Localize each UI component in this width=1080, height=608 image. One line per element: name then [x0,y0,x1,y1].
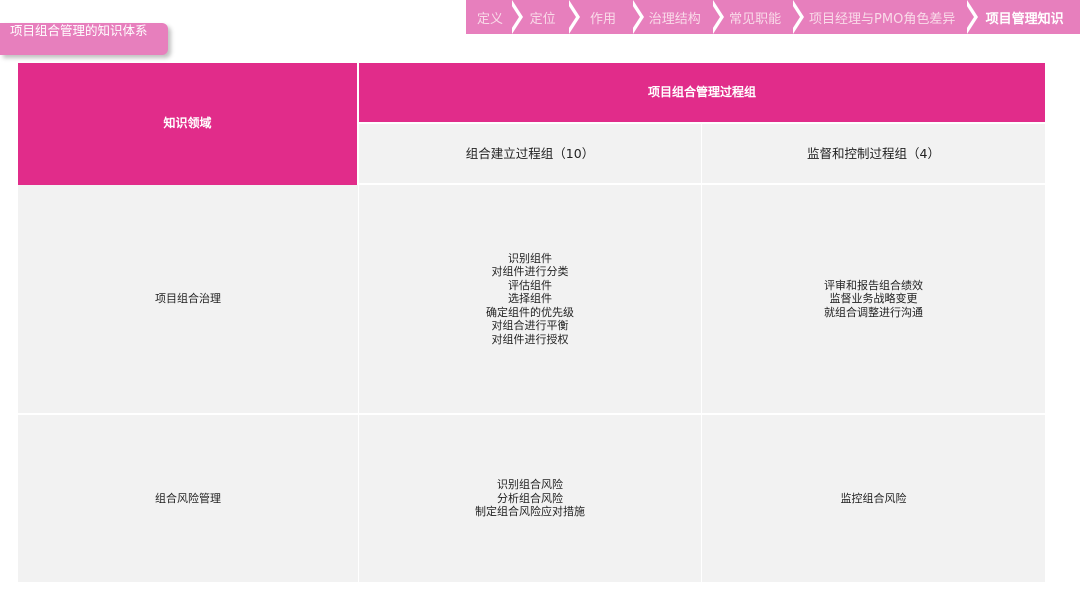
process-item: 评估组件 [508,278,552,292]
process-item: 确定组件的优先级 [486,305,574,319]
monitor-cell: 评审和报告组合绩效 监督业务战略变更 就组合调整进行沟通 [702,185,1045,415]
breadcrumb-nav: 定义 定位 作用 治理结构 常见职能 项目经理与PMO角色差异 项目管理知识 [466,0,1080,34]
monitor-group-header: 监督和控制过程组（4） [702,124,1045,185]
process-item: 对组件进行授权 [491,332,569,346]
chevron-right-icon [963,0,979,34]
crumb-label: 项目管理知识 [985,11,1064,27]
process-item: 评审和报告组合绩效 [824,278,923,292]
crumb-common-functions[interactable]: 常见职能 [715,0,805,34]
establish-group-header: 组合建立过程组（10） [359,124,702,185]
process-item: 监控组合风险 [840,491,907,505]
table-row-area: 项目组合治理 [18,185,359,415]
area-label: 项目组合治理 [155,292,221,306]
process-item: 识别组合风险 [497,478,563,492]
crumb-definition[interactable]: 定义 [466,0,523,34]
table-row-area: 组合风险管理 [18,415,359,584]
process-group-header: 项目组合管理过程组 [359,63,1045,124]
monitor-cell: 监控组合风险 [702,415,1045,584]
knowledge-area-header: 知识领域 [18,63,359,185]
crumb-label: 作用 [589,11,616,27]
process-item: 识别组件 [508,251,552,265]
process-item: 选择组件 [508,292,552,306]
process-item: 分析组合风险 [497,491,563,505]
page-title: 项目组合管理的知识体系 [0,23,168,55]
crumb-label: 项目经理与PMO角色差异 [809,11,956,27]
crumb-label: 定义 [476,11,503,27]
crumb-pm-knowledge[interactable]: 项目管理知识 [969,0,1080,34]
process-item: 就组合调整进行沟通 [824,305,923,319]
crumb-function[interactable]: 作用 [571,0,644,34]
chevron-right-icon [628,0,644,34]
establish-cell: 识别组件 对组件进行分类 评估组件 选择组件 确定组件的优先级 对组合进行平衡 … [359,185,702,415]
crumb-governance-structure[interactable]: 治理结构 [635,0,724,34]
crumb-label: 治理结构 [648,11,701,27]
crumb-pm-pmo-differences[interactable]: 项目经理与PMO角色差异 [795,0,979,34]
process-item: 监督业务战略变更 [829,292,918,306]
process-item: 对组件进行分类 [491,265,569,279]
crumb-label: 常见职能 [729,11,782,27]
process-item: 制定组合风险应对措施 [475,505,585,519]
knowledge-table: 知识领域 项目组合管理过程组 组合建立过程组（10） 监督和控制过程组（4） 项… [18,63,1045,584]
establish-cell: 识别组合风险 分析组合风险 制定组合风险应对措施 [359,415,702,584]
chevron-right-icon [507,0,523,34]
chevron-right-icon [708,0,724,34]
chevron-right-icon [789,0,805,34]
crumb-label: 定位 [529,11,556,27]
process-item: 对组合进行平衡 [491,319,569,333]
chevron-right-icon [565,0,581,34]
area-label: 组合风险管理 [155,491,221,505]
